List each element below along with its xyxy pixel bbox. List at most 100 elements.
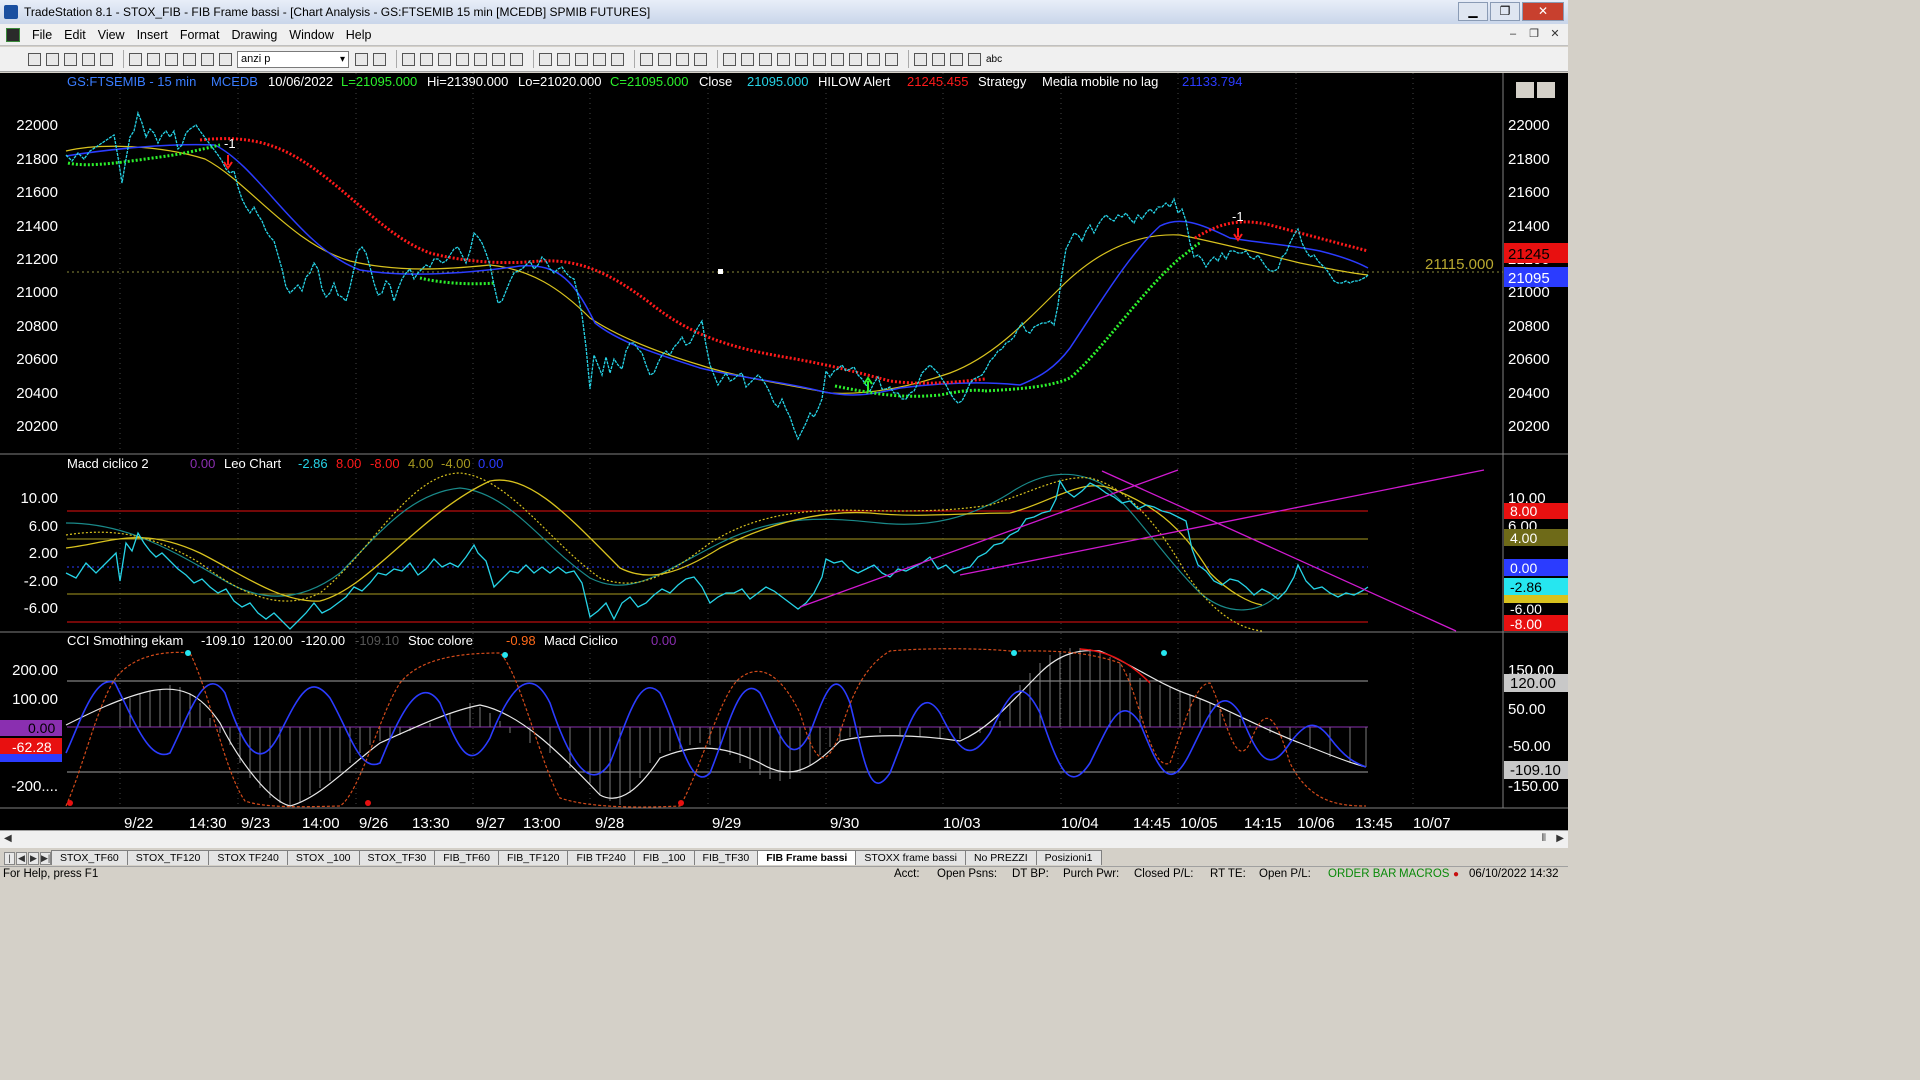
format-icon[interactable] <box>456 52 469 66</box>
text-tool-icon[interactable]: abc <box>986 54 1002 65</box>
cci-smoothing-line[interactable] <box>65 649 1367 807</box>
ellipse-icon[interactable] <box>950 52 963 66</box>
trendline-icon[interactable] <box>723 52 736 66</box>
maximize-button[interactable]: ❐ <box>1490 2 1520 21</box>
scroll-thumb-icon[interactable]: ⦀ <box>1542 833 1546 844</box>
blue-moving-average[interactable] <box>65 143 1369 396</box>
tab-first-icon[interactable]: |◀ <box>4 852 15 874</box>
tab-stox-tf30[interactable]: STOX_TF30 <box>358 850 436 865</box>
grid-icon[interactable] <box>474 52 487 66</box>
pencil-icon[interactable] <box>885 52 898 66</box>
save-all-icon[interactable] <box>82 52 95 66</box>
hammer-icon[interactable] <box>676 52 689 66</box>
open-icon[interactable] <box>46 52 59 66</box>
andrews-pitchfork-icon[interactable] <box>813 52 826 66</box>
tab-next-icon[interactable]: ▶ <box>28 852 39 865</box>
line-chart-icon[interactable] <box>420 52 433 66</box>
close-button[interactable]: ✕ <box>1522 2 1564 21</box>
tab-last-icon[interactable]: ▶| <box>40 852 51 865</box>
speed-lines-icon[interactable] <box>831 52 844 66</box>
menu-help[interactable]: Help <box>340 28 378 42</box>
mdi-close-button[interactable]: ✕ <box>1546 27 1564 43</box>
scroll-icon[interactable] <box>557 52 570 66</box>
gann-fan-icon[interactable] <box>777 52 790 66</box>
cci-marker[interactable] <box>1161 650 1167 656</box>
mdi-minimize-button[interactable]: – <box>1504 27 1522 43</box>
tab-fib-tf120[interactable]: FIB_TF120 <box>497 850 569 865</box>
symbol-combo[interactable]: anzi p <box>237 50 349 68</box>
pane-restore-button[interactable] <box>1537 82 1555 98</box>
pointer-icon[interactable] <box>640 52 653 66</box>
chart-area[interactable]: GS:FTSEMIB - 15 min MCEDB 10/06/2022 L=2… <box>0 73 1568 832</box>
refresh-icon[interactable] <box>510 52 523 66</box>
pane-minimize-button[interactable] <box>1516 82 1534 98</box>
link-icon[interactable] <box>183 52 196 66</box>
tab-fib-tf60[interactable]: FIB_TF60 <box>434 850 499 865</box>
cci-marker[interactable] <box>185 650 191 656</box>
sell-alert-2[interactable]: -1 <box>1232 209 1244 242</box>
stoc-colore-line[interactable] <box>65 648 1367 808</box>
tab-fib-frame-bassi[interactable]: FIB Frame bassi <box>757 850 857 865</box>
hilow-upper-dots-right[interactable] <box>1194 220 1369 253</box>
tab-stox-tf60[interactable]: STOX_TF60 <box>51 850 128 865</box>
find-icon[interactable] <box>373 52 386 66</box>
cci-marker[interactable] <box>1011 650 1017 656</box>
arc-icon[interactable] <box>849 52 862 66</box>
hilow-upper-dots[interactable] <box>199 137 986 385</box>
menu-format[interactable]: Format <box>174 28 226 42</box>
tab-prev-icon[interactable]: ◀ <box>16 852 27 865</box>
hilow-lower-dots-rising[interactable] <box>984 241 1201 393</box>
tab-fib-tf30[interactable]: FIB_TF30 <box>693 850 759 865</box>
fan-icon[interactable] <box>867 52 880 66</box>
menu-drawing[interactable]: Drawing <box>225 28 283 42</box>
print-icon[interactable] <box>100 52 113 66</box>
tab-no-prezzi[interactable]: No PREZZI <box>964 850 1037 865</box>
chart-svg[interactable]: GS:FTSEMIB - 15 min MCEDB 10/06/2022 L=2… <box>0 73 1568 832</box>
cci-marker[interactable] <box>67 800 73 806</box>
status-macros[interactable]: MACROS <box>1399 868 1449 880</box>
tab-stox-tf120[interactable]: STOX_TF120 <box>126 850 210 865</box>
lock-icon[interactable] <box>165 52 178 66</box>
horizontal-scrollbar[interactable]: ◀ ⦀ ▶ <box>0 830 1568 848</box>
tab-stoxx-frame-bassi[interactable]: STOXX frame bassi <box>855 850 966 865</box>
play-icon[interactable] <box>355 52 368 66</box>
document-icon[interactable] <box>6 27 20 42</box>
magenta-trendline-long[interactable] <box>959 469 1485 576</box>
scroll-left-icon[interactable]: ◀ <box>4 833 12 844</box>
tab-posizioni1[interactable]: Posizioni1 <box>1035 850 1102 865</box>
scroll-right-icon[interactable]: ▶ <box>1556 833 1564 844</box>
fib-retracement-icon[interactable] <box>759 52 772 66</box>
save-icon[interactable] <box>64 52 77 66</box>
tab-stox-100[interactable]: STOX _100 <box>286 850 360 865</box>
horizontal-line-icon[interactable] <box>741 52 754 66</box>
zoom-out-icon[interactable] <box>611 52 624 66</box>
blue-oscillator-line[interactable] <box>65 680 1367 784</box>
rectangle-icon[interactable] <box>968 52 981 66</box>
new-icon[interactable] <box>28 52 41 66</box>
order-icon[interactable] <box>694 52 707 66</box>
tab-fib-100[interactable]: FIB _100 <box>633 850 695 865</box>
data-window-icon[interactable] <box>492 52 505 66</box>
minimize-button[interactable]: ▁ <box>1458 2 1488 21</box>
cci-marker[interactable] <box>502 652 508 658</box>
menu-file[interactable]: File <box>26 28 58 42</box>
tab-fib-tf240[interactable]: FIB TF240 <box>567 850 635 865</box>
chart-window-icon[interactable] <box>129 52 142 66</box>
crosshair-icon[interactable] <box>658 52 671 66</box>
indicator-icon[interactable] <box>219 52 232 66</box>
status-order-bar[interactable]: ORDER BAR <box>1328 868 1396 880</box>
yellow-dotted-line[interactable] <box>65 472 1263 632</box>
arrow-up-icon[interactable] <box>914 52 927 66</box>
mdi-restore-button[interactable]: ❐ <box>1525 27 1543 43</box>
strategy-icon[interactable] <box>201 52 214 66</box>
radar-icon[interactable] <box>147 52 160 66</box>
tab-stox-tf240[interactable]: STOX TF240 <box>208 850 288 865</box>
arrow-down-icon[interactable] <box>932 52 945 66</box>
menu-edit[interactable]: Edit <box>58 28 92 42</box>
magenta-trendline-down[interactable] <box>1101 470 1457 632</box>
cci-marker[interactable] <box>678 800 684 806</box>
bar-chart-icon[interactable] <box>402 52 415 66</box>
hilow-lower-dots[interactable] <box>419 276 496 286</box>
candle-icon[interactable] <box>438 52 451 66</box>
yellow-moving-average[interactable] <box>65 145 1369 394</box>
